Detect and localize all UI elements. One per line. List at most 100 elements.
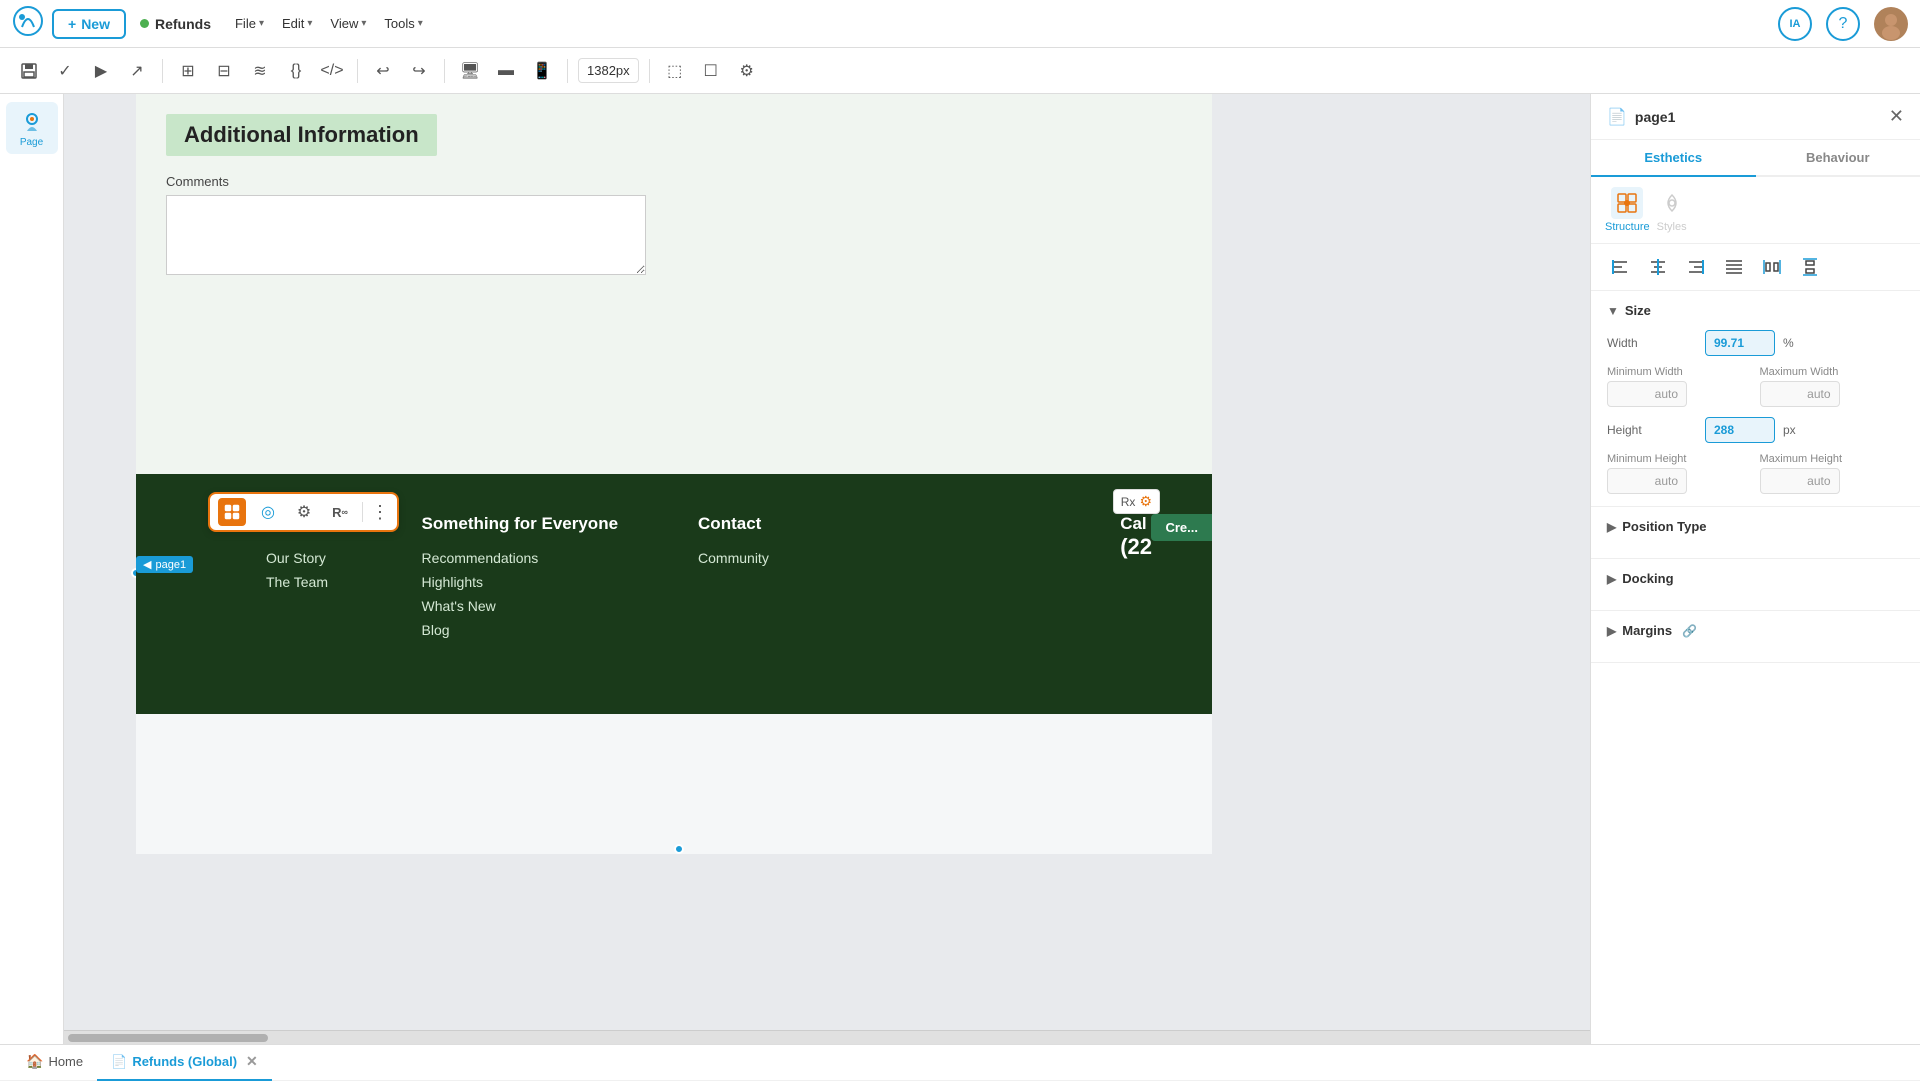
- docking-chevron: ▶: [1607, 572, 1616, 586]
- avatar[interactable]: [1874, 7, 1908, 41]
- align-distribute-h[interactable]: [1757, 252, 1787, 282]
- divider3: [444, 59, 445, 83]
- canvas-content: Additional Information Comments ◎ ⚙ R∞ ⋮…: [136, 94, 1212, 854]
- min-height-col: Minimum Height: [1607, 453, 1752, 494]
- element-tool-more[interactable]: ⋮: [371, 502, 389, 523]
- align-right[interactable]: [1681, 252, 1711, 282]
- footer-community-link[interactable]: Community: [698, 550, 769, 566]
- comments-textarea[interactable]: [166, 195, 646, 275]
- max-height-col: Maximum Height: [1760, 453, 1905, 494]
- code-button[interactable]: {}: [281, 56, 311, 86]
- footer-contact-heading: Contact: [698, 514, 769, 534]
- styles-button[interactable]: [1656, 187, 1688, 219]
- structure-item: Structure: [1605, 187, 1650, 233]
- align-text[interactable]: [1719, 252, 1749, 282]
- element-tool-rx[interactable]: R∞: [326, 498, 354, 526]
- preview-button[interactable]: ☐: [696, 56, 726, 86]
- tab-close-button[interactable]: ✕: [246, 1053, 258, 1070]
- min-width-label: Minimum Width: [1607, 366, 1752, 378]
- mobile-view[interactable]: 📱: [527, 56, 557, 86]
- full-width-button[interactable]: ⬚: [660, 56, 690, 86]
- tab-behaviour[interactable]: Behaviour: [1756, 140, 1920, 177]
- undo-button[interactable]: ↩: [368, 56, 398, 86]
- footer-blog-link[interactable]: Blog: [422, 622, 618, 638]
- export-button[interactable]: ↗: [122, 56, 152, 86]
- footer-highlights-link[interactable]: Highlights: [422, 574, 618, 590]
- help-button[interactable]: ?: [1826, 7, 1860, 41]
- tab-refunds[interactable]: 📄 Refunds (Global) ✕: [97, 1045, 272, 1081]
- tools-menu[interactable]: Tools ▾: [376, 12, 430, 35]
- align-distribute-v[interactable]: [1795, 252, 1825, 282]
- footer-phone: (22: [1120, 534, 1152, 560]
- min-width-input[interactable]: [1607, 381, 1687, 407]
- footer-contact-col: Contact Community: [698, 514, 769, 646]
- html-button[interactable]: </>: [317, 56, 347, 86]
- panel-header: 📄 page1 ✕: [1591, 94, 1920, 140]
- px-display: 1382px: [578, 58, 639, 83]
- tab-esthetics[interactable]: Esthetics: [1591, 140, 1756, 177]
- right-panel: 📄 page1 ✕ Esthetics Behaviour: [1590, 94, 1920, 1044]
- docking-section: ▶ Docking: [1591, 559, 1920, 611]
- scroll-thumb[interactable]: [68, 1034, 268, 1042]
- position-type-header[interactable]: ▶ Position Type: [1607, 519, 1904, 534]
- element-tool-structure[interactable]: [218, 498, 246, 526]
- check-button[interactable]: ✓: [50, 56, 80, 86]
- structure-button[interactable]: [1611, 187, 1643, 219]
- footer-the-team-link[interactable]: The Team: [266, 574, 342, 590]
- section-title: Additional Information: [166, 114, 437, 156]
- height-label: Height: [1607, 423, 1697, 437]
- max-height-input[interactable]: [1760, 468, 1840, 494]
- rx-badge: Rx ⚙: [1113, 489, 1160, 514]
- desktop-view[interactable]: 🖥: [455, 56, 485, 86]
- main-layout: Page ◀ page1 Additional Information Comm…: [0, 94, 1920, 1044]
- footer-recommendations-link[interactable]: Recommendations: [422, 550, 618, 566]
- file-menu[interactable]: File ▾: [227, 12, 272, 35]
- footer-our-story-link[interactable]: Our Story: [266, 550, 342, 566]
- footer-whats-new-link[interactable]: What's New: [422, 598, 618, 614]
- tablet-view[interactable]: ▬: [491, 56, 521, 86]
- new-button[interactable]: + New: [52, 9, 126, 39]
- refunds-label: Refunds: [140, 16, 211, 32]
- element-tool-gear[interactable]: ⚙: [290, 498, 318, 526]
- align-center-h[interactable]: [1643, 252, 1673, 282]
- width-input[interactable]: [1705, 330, 1775, 356]
- save-button[interactable]: [14, 56, 44, 86]
- max-height-label: Maximum Height: [1760, 453, 1905, 465]
- sidebar-page-icon[interactable]: Page: [6, 102, 58, 154]
- resize-handle-bottom[interactable]: [674, 844, 684, 854]
- margins-link-icon: 🔗: [1682, 624, 1697, 638]
- height-input[interactable]: [1705, 417, 1775, 443]
- panel-close-button[interactable]: ✕: [1889, 106, 1904, 127]
- layers-button[interactable]: ⊟: [209, 56, 239, 86]
- element-tool-palette[interactable]: ◎: [254, 498, 282, 526]
- align-left[interactable]: [1605, 252, 1635, 282]
- min-height-label: Minimum Height: [1607, 453, 1752, 465]
- components-button[interactable]: ⊞: [173, 56, 203, 86]
- view-menu[interactable]: View ▾: [322, 12, 374, 35]
- width-unit: %: [1783, 336, 1794, 350]
- docking-label: Docking: [1622, 571, 1673, 586]
- max-width-input[interactable]: [1760, 381, 1840, 407]
- footer-columns: About Us Our Story The Team Something fo…: [266, 514, 1152, 646]
- settings-button[interactable]: ⚙: [732, 56, 762, 86]
- tab-home[interactable]: 🏠 Home: [12, 1045, 97, 1081]
- redo-button[interactable]: ↪: [404, 56, 434, 86]
- size-section: ▼ Size Width % Minimum Width Maximum Wid…: [1591, 291, 1920, 507]
- ia-badge[interactable]: IA: [1778, 7, 1812, 41]
- play-button[interactable]: ▶: [86, 56, 116, 86]
- size-header[interactable]: ▼ Size: [1607, 303, 1904, 318]
- page-label[interactable]: ◀ page1: [136, 556, 193, 573]
- height-minmax-row: Minimum Height Maximum Height: [1607, 453, 1904, 494]
- create-button[interactable]: Cre...: [1151, 514, 1212, 541]
- form-section: Additional Information Comments: [136, 94, 1212, 474]
- docking-header[interactable]: ▶ Docking: [1607, 571, 1904, 586]
- position-type-label: Position Type: [1622, 519, 1706, 534]
- margins-header[interactable]: ▶ Margins 🔗: [1607, 623, 1904, 638]
- page-icon: 📄: [1607, 107, 1627, 127]
- edit-menu[interactable]: Edit ▾: [274, 12, 320, 35]
- min-height-input[interactable]: [1607, 468, 1687, 494]
- data-button[interactable]: ≋: [245, 56, 275, 86]
- width-label: Width: [1607, 336, 1697, 350]
- size-label: Size: [1625, 303, 1651, 318]
- structure-styles-row: Structure Styles: [1591, 177, 1920, 244]
